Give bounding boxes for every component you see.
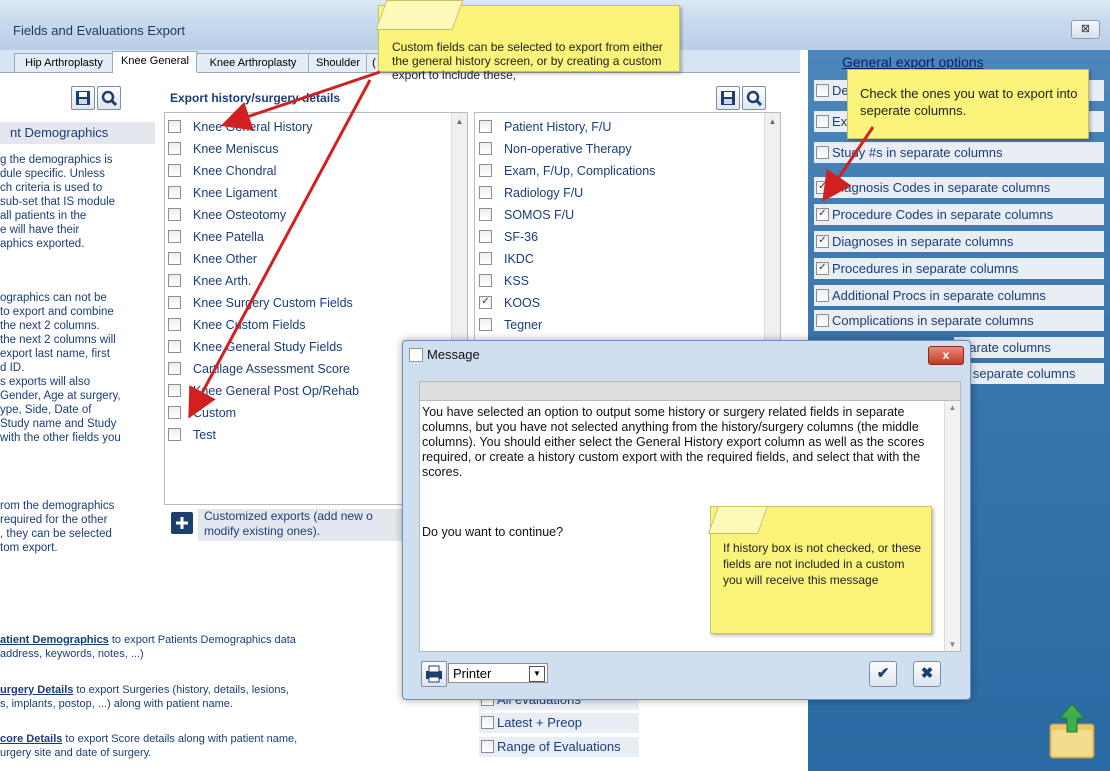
general-option[interactable]: parate columns (954, 337, 1104, 358)
demographics-description-1: g the demographics is dule specific. Unle… (0, 154, 116, 250)
chevron-down-icon[interactable]: ▼ (529, 666, 545, 682)
folder-export-icon[interactable] (1044, 702, 1100, 762)
general-option[interactable]: Additional Procs in separate columns (814, 285, 1104, 306)
history-item[interactable]: Knee General Post Op/Rehab (168, 381, 359, 401)
callout-custom-fields-fold (375, 0, 464, 30)
score-item[interactable]: KSS (479, 271, 529, 291)
save-demographics-button[interactable] (71, 86, 95, 110)
history-item[interactable]: Knee Arth. (168, 271, 251, 291)
demographics-link-desc: atient Demographics to export Patients D… (0, 634, 296, 660)
score-link-desc: core Details to export Score details alo… (0, 733, 298, 759)
magnifier-icon (101, 90, 118, 107)
dialog-app-icon (409, 348, 423, 362)
history-section-title: Export history/surgery details (170, 91, 341, 105)
score-item[interactable]: Exam, F/Up, Complications (479, 161, 655, 181)
dialog-message-text: You have selected an option to output so… (422, 405, 925, 479)
dialog-close-button[interactable]: x (928, 346, 964, 365)
preview-scores-button[interactable] (742, 86, 766, 110)
dialog-title: Message (427, 347, 480, 362)
history-item[interactable]: Knee Custom Fields (168, 315, 306, 335)
score-item[interactable]: SF-36 (479, 227, 538, 247)
tab-hip-arthroplasty[interactable]: Hip Arthroplasty (14, 53, 114, 72)
print-button[interactable] (421, 661, 447, 687)
tab-knee-arthroplasty[interactable]: Knee Arthroplasty (196, 53, 310, 72)
score-item[interactable]: Patient History, F/U (479, 117, 611, 137)
scores-list: ▲ Patient History, F/U Non-operative The… (474, 112, 781, 354)
general-option[interactable]: ✓ Procedure Codes in separate columns (814, 204, 1104, 225)
general-option[interactable]: ✓ Diagnosis Codes in separate columns (814, 177, 1104, 198)
score-item[interactable]: SOMOS F/U (479, 205, 574, 225)
demographics-description-3: rom the demographics required for the oth… (0, 500, 115, 554)
score-details-link[interactable]: core Details (0, 733, 62, 745)
custom-export-label: Customized exports (add new o modify exi… (198, 509, 408, 541)
callout-separate-columns: Check the ones you wat to export into se… (847, 69, 1089, 139)
history-item[interactable]: Knee General History (168, 117, 313, 137)
history-item[interactable]: Custom (168, 403, 236, 423)
history-item[interactable]: Cartilage Assessment Score (168, 359, 350, 379)
general-option[interactable]: Complications in separate columns (814, 310, 1104, 331)
general-options-title: General export options (842, 54, 984, 70)
floppy-disk-icon (721, 91, 735, 105)
cancel-button[interactable]: ✖ (913, 661, 941, 687)
patient-demographics-link[interactable]: atient Demographics (0, 634, 109, 646)
history-item[interactable]: Test (168, 425, 216, 445)
history-item[interactable]: Knee Surgery Custom Fields (168, 293, 353, 313)
callout-history-fold (707, 506, 769, 534)
eval-range-option[interactable]: Range of Evaluations (479, 737, 639, 757)
score-item[interactable]: Tegner (479, 315, 542, 335)
score-item[interactable]: Non-operative Therapy (479, 139, 632, 159)
history-item[interactable]: Knee Osteotomy (168, 205, 286, 225)
tab-shoulder[interactable]: Shoulder (308, 53, 368, 72)
floppy-disk-icon (76, 91, 90, 105)
magnifier-icon (746, 90, 763, 107)
score-item[interactable]: Radiology F/U (479, 183, 583, 203)
history-item[interactable]: Knee General Study Fields (168, 337, 342, 357)
score-item[interactable]: IKDC (479, 249, 534, 269)
general-option[interactable]: ✓ Procedures in separate columns (814, 258, 1104, 279)
preview-demographics-button[interactable] (97, 86, 121, 110)
printer-select[interactable]: Printer ▼ (448, 663, 548, 683)
ok-button[interactable]: ✔ (869, 661, 897, 687)
scores-scrollbar[interactable]: ▲ (764, 113, 780, 353)
dialog-scrollbar[interactable]: ▲ ▼ (944, 401, 960, 651)
general-option[interactable]: Study #s in separate columns (814, 142, 1104, 163)
patient-demographics-title[interactable]: nt Demographics (0, 122, 155, 144)
general-option[interactable]: h separate columns (954, 363, 1104, 384)
score-item[interactable]: ✓ KOOS (479, 293, 540, 313)
printer-icon (426, 665, 442, 683)
eval-latest-option[interactable]: Latest + Preop (479, 713, 639, 733)
tab-knee-general[interactable]: Knee General (112, 51, 198, 73)
history-item[interactable]: Knee Other (168, 249, 257, 269)
demographics-description-2: ographics can not be to export and combin… (0, 292, 121, 444)
plus-icon (176, 517, 188, 529)
history-item[interactable]: Knee Patella (168, 227, 264, 247)
history-item[interactable]: Knee Meniscus (168, 139, 278, 159)
dialog-header-bar (419, 381, 961, 401)
add-custom-export-button[interactable] (171, 512, 193, 534)
surgery-details-link[interactable]: urgery Details (0, 684, 73, 696)
window-close-button[interactable]: ⊠ (1071, 20, 1100, 39)
general-option[interactable]: ✓ Diagnoses in separate columns (814, 231, 1104, 252)
window-title: Fields and Evaluations Export (13, 23, 185, 38)
history-item[interactable]: Knee Chondral (168, 161, 276, 181)
save-scores-button[interactable] (716, 86, 740, 110)
history-item[interactable]: Knee Ligament (168, 183, 277, 203)
surgery-link-desc: urgery Details to export Surgeries (hist… (0, 684, 289, 710)
